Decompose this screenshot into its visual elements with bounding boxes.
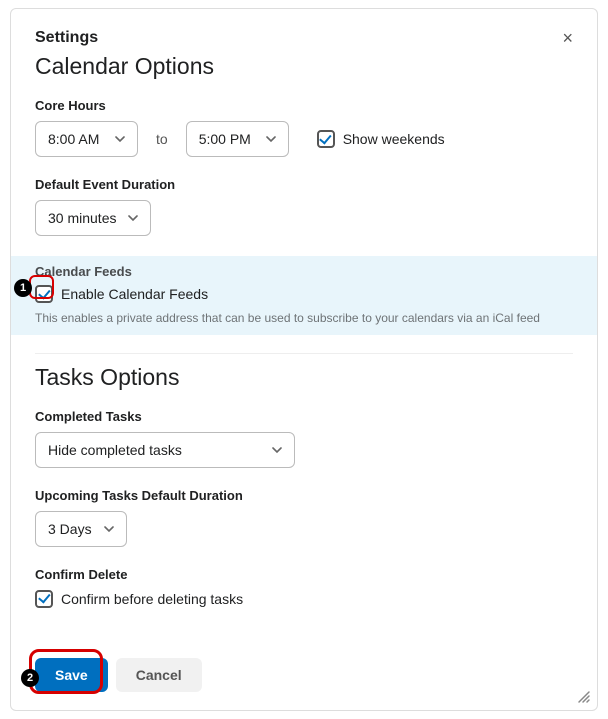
core-hours-end-select[interactable]: 5:00 PM <box>186 121 289 157</box>
core-hours-group: Core Hours 8:00 AM to 5:00 PM Show weeke… <box>35 98 573 157</box>
core-hours-end-value: 5:00 PM <box>199 131 251 147</box>
default-event-duration-select[interactable]: 30 minutes <box>35 200 151 236</box>
enable-feeds-row: Enable Calendar Feeds <box>35 285 208 303</box>
upcoming-duration-select[interactable]: 3 Days <box>35 511 127 547</box>
upcoming-duration-group: Upcoming Tasks Default Duration 3 Days <box>35 488 573 547</box>
confirm-delete-label: Confirm Delete <box>35 567 573 582</box>
enable-feeds-label: Enable Calendar Feeds <box>61 286 208 302</box>
feeds-description: This enables a private address that can … <box>35 311 573 325</box>
upcoming-duration-value: 3 Days <box>48 521 92 537</box>
cancel-button[interactable]: Cancel <box>116 658 202 692</box>
completed-tasks-label: Completed Tasks <box>35 409 573 424</box>
completed-tasks-group: Completed Tasks Hide completed tasks <box>35 409 573 468</box>
core-hours-start-select[interactable]: 8:00 AM <box>35 121 138 157</box>
chevron-down-icon <box>115 134 125 144</box>
resize-handle-icon[interactable] <box>575 688 591 704</box>
tasks-options-heading: Tasks Options <box>35 364 573 391</box>
save-button[interactable]: Save <box>35 658 108 692</box>
completed-tasks-select[interactable]: Hide completed tasks <box>35 432 295 468</box>
calendar-feeds-label: Calendar Feeds <box>35 264 573 279</box>
section-divider <box>35 353 573 354</box>
chevron-down-icon <box>272 445 282 455</box>
dialog-title: Settings <box>35 29 98 47</box>
to-label: to <box>156 131 168 147</box>
show-weekends-row: Show weekends <box>317 130 445 148</box>
core-hours-start-value: 8:00 AM <box>48 131 99 147</box>
confirm-delete-row: Confirm before deleting tasks <box>35 590 243 608</box>
annotation-marker-2: 2 <box>21 669 39 687</box>
chevron-down-icon <box>128 213 138 223</box>
dialog-buttons: Save Cancel <box>35 658 202 692</box>
enable-feeds-checkbox[interactable] <box>35 285 53 303</box>
core-hours-label: Core Hours <box>35 98 573 113</box>
close-icon[interactable]: × <box>562 29 573 47</box>
default-event-duration-label: Default Event Duration <box>35 177 573 192</box>
annotation-marker-1: 1 <box>14 279 32 297</box>
dialog-header: Settings × <box>35 29 573 47</box>
confirm-delete-checkbox[interactable] <box>35 590 53 608</box>
settings-dialog: Settings × Calendar Options Core Hours 8… <box>10 8 598 711</box>
chevron-down-icon <box>104 524 114 534</box>
calendar-options-heading: Calendar Options <box>35 53 573 80</box>
default-event-duration-value: 30 minutes <box>48 210 116 226</box>
confirm-delete-checkbox-label: Confirm before deleting tasks <box>61 591 243 607</box>
show-weekends-checkbox[interactable] <box>317 130 335 148</box>
default-event-duration-group: Default Event Duration 30 minutes <box>35 177 573 236</box>
confirm-delete-group: Confirm Delete Confirm before deleting t… <box>35 567 573 610</box>
core-hours-row: 8:00 AM to 5:00 PM Show weekends <box>35 121 573 157</box>
show-weekends-label: Show weekends <box>343 131 445 147</box>
upcoming-duration-label: Upcoming Tasks Default Duration <box>35 488 573 503</box>
calendar-feeds-section: Calendar Feeds Enable Calendar Feeds Thi… <box>11 256 597 335</box>
chevron-down-icon <box>266 134 276 144</box>
completed-tasks-value: Hide completed tasks <box>48 442 182 458</box>
